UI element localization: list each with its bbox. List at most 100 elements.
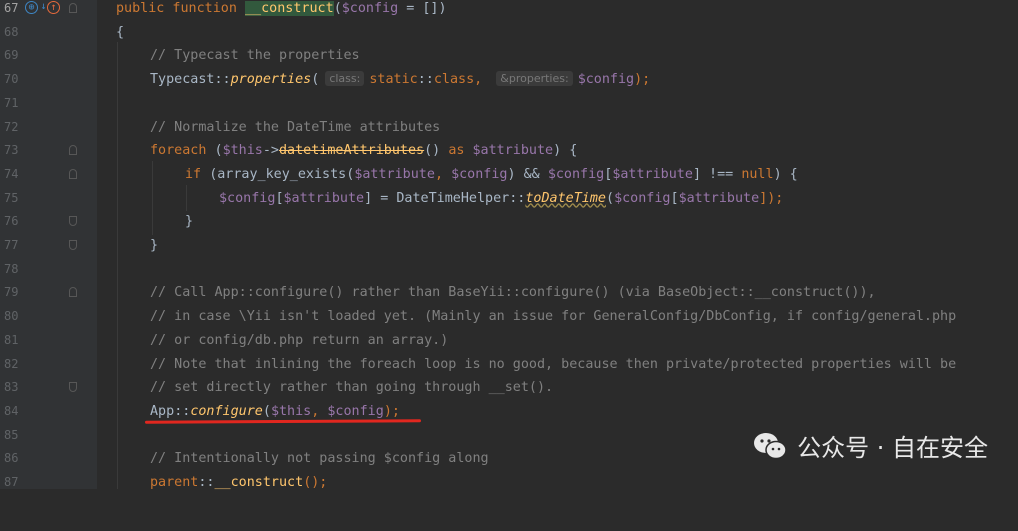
variable: $attribute [678,190,760,206]
code-line[interactable]: 83 // set directly rather than going thr… [0,376,1018,400]
paren: () [424,143,449,159]
code-line[interactable]: 73 foreach ($this->datetimeAttributes() … [0,139,1018,163]
line-number: 72 [4,119,19,134]
variable: $this [270,403,312,419]
keyword: if [185,166,210,182]
code-text: Typecast::properties(class: static::class… [150,68,650,92]
function-name: __construct [245,1,334,16]
paren: ( [311,72,320,88]
paren: ); [634,72,651,88]
code-line[interactable]: 68 { [0,21,1018,45]
fold-icon[interactable] [69,216,77,227]
variable: $this [222,143,263,159]
watermark-text: 公众号 · 自在安全 [797,434,988,462]
param-hint: class: [325,71,365,87]
fold-icon[interactable] [69,168,77,179]
code-line[interactable]: 78 [0,258,1018,282]
keyword: public function [116,1,245,16]
code-line[interactable]: 75 $config[$attribute] = DateTimeHelper:… [0,187,1018,211]
line-number: 73 [4,143,19,158]
bracket: [ [670,190,679,206]
fold-icon[interactable] [69,3,77,13]
code-text: if (array_key_exists($attribute, $config… [185,163,798,187]
code-line[interactable]: 69 // Typecast the properties [0,44,1018,68]
line-number: 79 [4,285,19,300]
code-text: { [116,24,125,40]
code-line[interactable]: 70 Typecast::properties(class: static::cl… [0,68,1018,92]
bracket: [ [275,190,284,206]
code-text: ] = DateTimeHelper:: [364,190,526,206]
code-text: parent::__construct(); [150,471,327,495]
watermark: 公众号 · 自在安全 [753,428,988,463]
variable: $config [547,166,605,182]
keyword: as [448,143,473,159]
paren: (); [303,475,328,490]
code-line[interactable]: 72 // Normalize the DateTime attributes [0,116,1018,140]
class-name: Typecast [150,72,215,88]
variable: $attribute [472,143,554,159]
code-text: = []) [398,1,447,16]
code-line[interactable]: 76 } [0,210,1018,234]
code-line[interactable]: 79 // Call App::configure() rather than … [0,281,1018,305]
line-number: 71 [4,95,19,110]
implements-icon[interactable]: ⊕ [25,1,38,14]
operator: :: [174,403,191,419]
line-number: 85 [4,427,19,442]
paren: ( [606,190,615,206]
line-number: 68 [4,24,19,39]
operator: :: [214,72,231,88]
variable: $config [451,166,508,182]
code-line[interactable]: 67 ⊕ ↓ ↑ public function __construct($co… [0,0,1018,21]
variable: $config [614,190,671,206]
paren: ( [333,1,342,16]
comma: , [434,166,452,182]
comma: , [474,72,491,88]
line-number: 74 [4,166,19,181]
operator: ) && [507,166,548,182]
line-number: 83 [4,380,19,395]
paren: ) { [773,166,798,182]
code-line[interactable]: 80 // in case \Yii isn't loaded yet. (Ma… [0,305,1018,329]
keyword: parent [150,475,199,490]
code-text: foreach ($this->datetimeAttributes() as … [150,139,577,163]
comment: // Typecast the properties [150,48,360,64]
line-number: 75 [4,190,19,205]
comment: // Call App::configure() rather than Bas… [150,285,876,301]
fold-icon[interactable] [69,240,77,250]
code-line[interactable]: 74 if (array_key_exists($attribute, $con… [0,163,1018,187]
line-number: 81 [4,332,19,347]
keyword: class [433,72,475,88]
code-line[interactable]: 82 // Note that inlining the foreach loo… [0,353,1018,377]
code-line[interactable]: 71 [0,92,1018,116]
code-text: } [150,238,159,253]
code-text: } [185,214,194,230]
deprecated-member: datetimeAttributes [279,143,425,159]
overridden-icon[interactable]: ↑ [47,1,60,14]
fold-icon[interactable] [69,382,77,393]
line-number: 77 [4,238,19,252]
keyword: static [369,72,418,88]
code-text: $config[$attribute] = DateTimeHelper::to… [219,187,783,211]
line-number: 84 [4,403,19,418]
fold-icon[interactable] [69,145,77,156]
line-number: 80 [4,309,19,324]
operator: -> [262,143,279,159]
code-text: public function __construct($config = []… [116,0,447,21]
fold-icon[interactable] [69,287,77,298]
method-name: __construct [214,475,304,490]
line-number: 87 [4,475,19,489]
line-number: 82 [4,356,19,371]
code-line[interactable]: 81 // or config/db.php return an array.) [0,329,1018,353]
code-line[interactable]: 87 parent::__construct(); [0,471,1018,495]
paren: ( [262,403,271,419]
code-editor[interactable]: 67 ⊕ ↓ ↑ public function __construct($co… [0,0,1018,490]
line-number: 76 [4,214,19,229]
variable: $attribute [354,166,435,182]
paren: ); [383,403,400,419]
variable: $config [341,1,399,16]
comma: , [311,403,328,419]
keyword: foreach [150,143,215,159]
code-line[interactable]: 77 } [0,234,1018,258]
line-number: 69 [4,48,19,63]
comment: // Note that inlining the foreach loop i… [150,356,957,372]
